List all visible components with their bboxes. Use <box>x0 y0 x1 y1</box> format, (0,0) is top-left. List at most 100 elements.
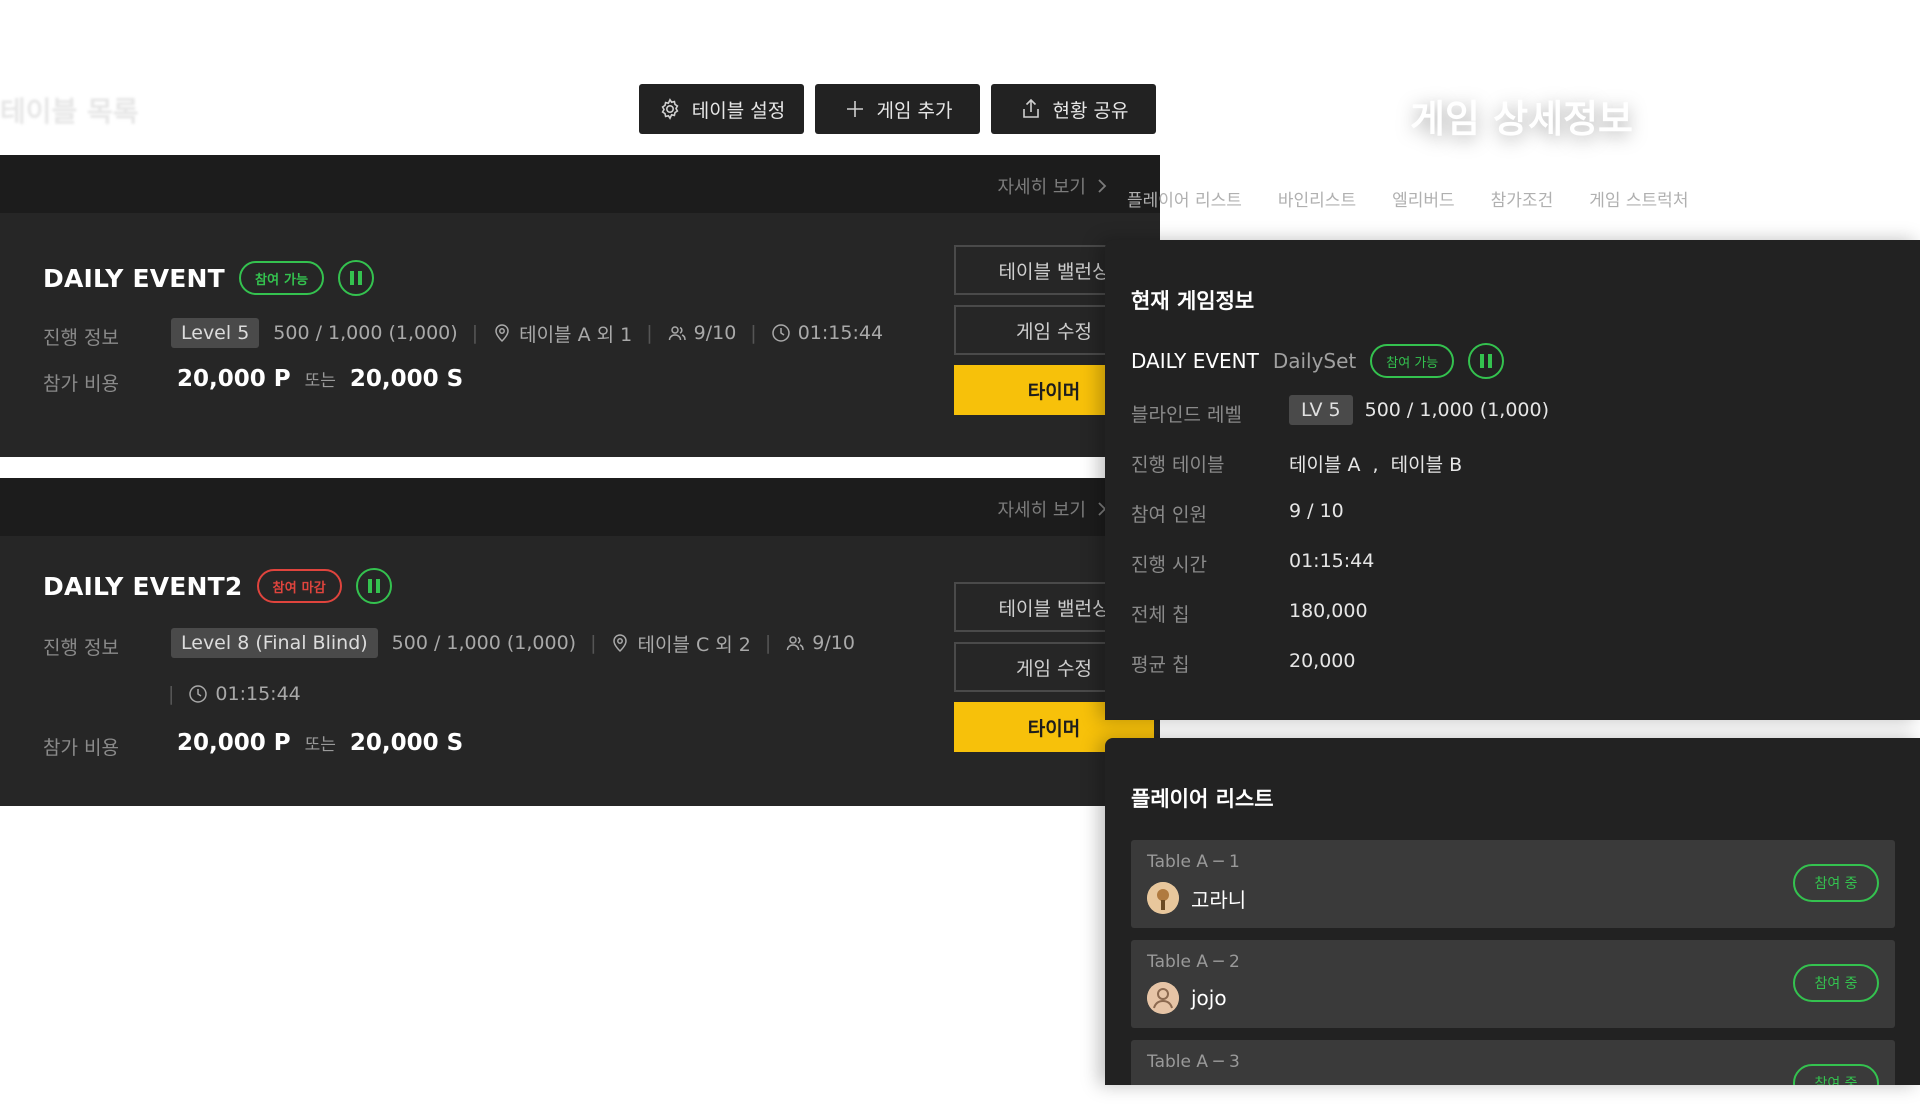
tab-player-list[interactable]: 플레이어 리스트 <box>1127 186 1242 211</box>
participating-badge: 참여 중 <box>1793 864 1879 902</box>
tables-value: 테이블 C 외 2 <box>637 633 751 656</box>
add-game-button[interactable]: 게임 추가 <box>815 84 980 134</box>
detail-link-label: 자세히 보기 <box>997 500 1086 521</box>
fee-s: 20,000 S <box>349 730 464 756</box>
level-badge: Level 5 <box>171 318 260 348</box>
progress-info: Level 5 500 / 1,000 (1,000) | 테이블 A 외 1 … <box>171 318 883 348</box>
fee-label: 참가 비용 <box>43 737 119 759</box>
fee-or: 또는 <box>304 735 336 755</box>
toolbar: 테이블 설정 게임 추가 현황 공유 <box>639 84 1156 134</box>
participating-badge: 참여 중 <box>1793 964 1879 1002</box>
game-sub: DailySet <box>1272 349 1357 373</box>
status-badge: 참여 마감 <box>256 569 342 603</box>
player-name-row: 고라니 <box>1147 882 1246 914</box>
detail-link[interactable]: 자세히 보기 <box>997 173 1108 199</box>
chevron-right-icon <box>1098 179 1107 193</box>
progress-label: 진행 정보 <box>43 327 119 349</box>
avatar <box>1147 982 1179 1014</box>
game-info-head: DAILY EVENT DailySet 참여 가능 <box>1131 343 1505 379</box>
fee-or: 또는 <box>304 371 336 391</box>
time-value: 01:15:44 <box>797 322 884 344</box>
table-settings-label: 테이블 설정 <box>691 99 786 122</box>
player-name: jojo <box>1191 986 1227 1010</box>
blinds-value: 500 / 1,000 (1,000) <box>273 322 458 344</box>
player-list-panel: 플레이어 리스트 Table A ─ 1 고라니 참여 중 Table A ─ … <box>1105 738 1920 1085</box>
players-info: 9/10 <box>785 632 855 654</box>
tables-info: 테이블 C 외 2 <box>610 630 751 657</box>
card-header: 자세히 보기 <box>0 478 1160 536</box>
player-row[interactable]: Table A ─ 1 고라니 참여 중 <box>1131 840 1895 928</box>
blinds-value: 500 / 1,000 (1,000) <box>1364 399 1550 421</box>
event-title: DAILY EVENT2 <box>43 571 243 601</box>
table-list-title: 테이블 목록 <box>0 95 139 128</box>
gear-icon <box>661 98 679 120</box>
share-icon <box>1022 98 1039 118</box>
players-value: 9/10 <box>812 632 855 654</box>
avg-chips-value: 20,000 <box>1289 650 1356 672</box>
location-pin-icon <box>613 634 628 653</box>
time-row: | 01:15:44 <box>168 683 301 705</box>
time-info: 01:15:44 <box>771 322 883 344</box>
card-header: 자세히 보기 <box>0 155 1160 213</box>
player-row[interactable]: Table A ─ 2 jojo 참여 중 <box>1131 940 1895 1028</box>
tab-buy-in-list[interactable]: 바인리스트 <box>1278 186 1356 211</box>
event-card: 자세히 보기 DAILY EVENT2 참여 마감 진행 정보 Level 8 … <box>0 478 1160 806</box>
share-status-label: 현황 공유 <box>1052 99 1129 122</box>
event-card: 자세히 보기 DAILY EVENT 참여 가능 진행 정보 Level 5 5… <box>0 155 1160 457</box>
pause-icon[interactable] <box>355 568 392 604</box>
player-name: 고라니 <box>1191 887 1247 912</box>
table-settings-button[interactable]: 테이블 설정 <box>639 84 804 134</box>
total-chips-value: 180,000 <box>1289 600 1368 622</box>
fee-points: 20,000 P <box>177 730 291 756</box>
clock-icon <box>771 324 790 342</box>
fee-s: 20,000 S <box>349 366 464 392</box>
user-icon <box>1147 982 1179 1014</box>
player-list-title: 플레이어 리스트 <box>1131 787 1274 811</box>
blinds-value: 500 / 1,000 (1,000) <box>391 632 577 654</box>
fee-values: 20,000 P 또는 20,000 S <box>177 366 463 392</box>
share-status-button[interactable]: 현황 공유 <box>991 84 1156 134</box>
event-title: DAILY EVENT <box>43 263 225 293</box>
pause-icon[interactable] <box>1468 343 1505 379</box>
tab-early-bird[interactable]: 엘리버드 <box>1392 186 1455 211</box>
level-badge: LV 5 <box>1289 395 1353 425</box>
game-info-title: 현재 게임정보 <box>1131 289 1255 313</box>
tables-value: 테이블 A , 테이블 B <box>1289 454 1463 476</box>
player-name-row: jojo <box>1147 982 1227 1014</box>
progress-info: Level 8 (Final Blind) 500 / 1,000 (1,000… <box>171 628 855 658</box>
status-badge: 참여 가능 <box>238 261 325 295</box>
elapsed-label: 진행 시간 <box>1131 554 1207 576</box>
detail-title: 게임 상세정보 <box>1410 97 1633 141</box>
tab-entry-conditions[interactable]: 참가조건 <box>1491 186 1554 211</box>
blind-level-value: LV 5 500 / 1,000 (1,000) <box>1289 395 1549 425</box>
player-table: Table A ─ 1 <box>1147 852 1240 872</box>
event-title-row: DAILY EVENT2 참여 마감 <box>43 568 392 604</box>
avatar-icon <box>1147 882 1179 914</box>
blind-level-label: 블라인드 레벨 <box>1131 404 1242 426</box>
detail-link-label: 자세히 보기 <box>997 177 1086 198</box>
time-value: 01:15:44 <box>215 683 301 705</box>
plus-icon <box>846 101 863 117</box>
progress-label: 진행 정보 <box>43 637 119 659</box>
tables-value: 테이블 A 외 1 <box>519 323 633 346</box>
game-info-panel: 현재 게임정보 DAILY EVENT DailySet 참여 가능 블라인드 … <box>1105 240 1920 720</box>
player-table: Table A ─ 2 <box>1147 952 1240 972</box>
users-icon <box>787 636 805 651</box>
tab-game-structure[interactable]: 게임 스트럭처 <box>1589 186 1688 211</box>
pause-icon[interactable] <box>338 260 375 296</box>
total-chips-label: 전체 칩 <box>1131 604 1190 626</box>
player-row[interactable]: Table A ─ 3 참여 중 <box>1131 1040 1895 1085</box>
location-pin-icon <box>495 324 509 343</box>
detail-link[interactable]: 자세히 보기 <box>997 496 1108 522</box>
avatar <box>1147 882 1179 914</box>
level-badge: Level 8 (Final Blind) <box>171 628 378 658</box>
participants-value: 9 / 10 <box>1289 500 1344 522</box>
clock-icon <box>189 685 208 703</box>
detail-tabs: 플레이어 리스트 바인리스트 엘리버드 참가조건 게임 스트럭처 <box>1127 186 1688 211</box>
elapsed-value: 01:15:44 <box>1289 550 1375 572</box>
add-game-label: 게임 추가 <box>876 99 953 122</box>
players-info: 9/10 <box>667 322 737 344</box>
players-value: 9/10 <box>693 322 737 344</box>
participants-label: 참여 인원 <box>1131 504 1207 526</box>
avg-chips-label: 평균 칩 <box>1131 654 1190 676</box>
